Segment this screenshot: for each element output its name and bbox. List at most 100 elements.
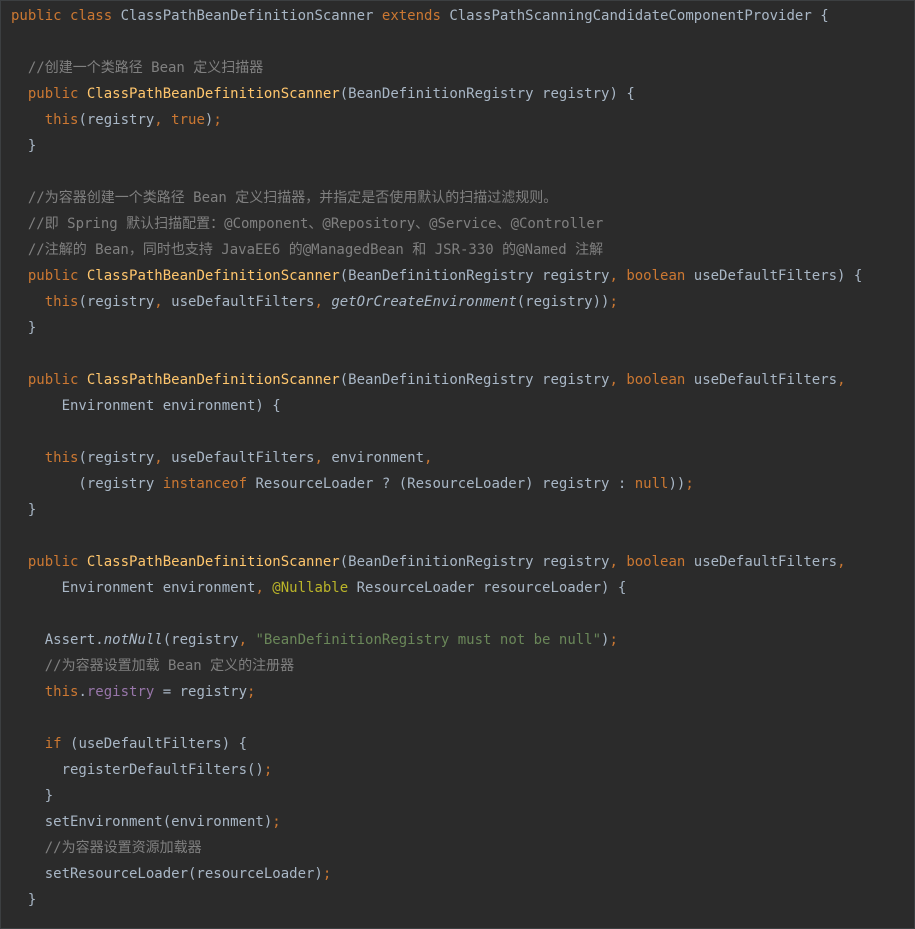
- code-token: if: [44, 736, 71, 752]
- code-line: }: [11, 887, 862, 913]
- code-token: ;: [322, 866, 332, 882]
- code-token: ): [204, 112, 214, 128]
- code-token: Assert.: [11, 632, 104, 648]
- code-token: ClassPathBeanDefinitionScanner: [86, 554, 340, 570]
- code-line: //为容器设置资源加载器: [11, 835, 862, 861]
- code-token: environment: [331, 450, 425, 466]
- code-line: //即 Spring 默认扫描配置：@Component、@Repository…: [11, 211, 862, 237]
- code-token: ): [601, 632, 610, 648]
- code-token: )): [668, 476, 686, 492]
- code-token: }: [11, 502, 37, 518]
- code-token: ,: [609, 372, 627, 388]
- code-token: //注解的 Bean，同时也支持 JavaEE6 的@ManagedBean 和…: [27, 242, 604, 258]
- code-token: useDefaultFilters: [693, 372, 838, 388]
- code-token: (BeanDefinitionRegistry registry: [339, 268, 610, 284]
- code-token: null: [634, 476, 669, 492]
- code-token: ,: [154, 112, 172, 128]
- code-editor[interactable]: public class ClassPathBeanDefinitionScan…: [0, 0, 915, 929]
- code-line: public ClassPathBeanDefinitionScanner (Be…: [11, 81, 862, 107]
- code-token: ,: [238, 632, 256, 648]
- code-token: = registry: [154, 684, 248, 700]
- code-token: true: [171, 112, 205, 128]
- code-token: //即 Spring 默认扫描配置：@Component、@Repository…: [27, 216, 604, 232]
- code-token: Environment environment: [11, 580, 256, 596]
- code-token: ,: [314, 450, 332, 466]
- code-token: public: [27, 554, 87, 570]
- code-token: ,: [837, 372, 846, 388]
- code-line: Environment environment) {: [11, 393, 862, 419]
- code-line: Environment environment, @Nullable Resou…: [11, 575, 862, 601]
- code-token: registerDefaultFilters(): [11, 762, 264, 778]
- code-token: //为容器创建一个类路径 Bean 定义扫描器，并指定是否使用默认的扫描过滤规则…: [27, 190, 558, 206]
- code-token: (registry: [78, 450, 155, 466]
- code-token: this: [44, 112, 79, 128]
- code-token: }: [11, 788, 54, 804]
- code-line: this (registry, useDefaultFilters, getOrC…: [11, 289, 862, 315]
- code-line: public class ClassPathBeanDefinitionScan…: [11, 3, 862, 29]
- code-line: public ClassPathBeanDefinitionScanner (Be…: [11, 549, 862, 575]
- code-token: this: [44, 684, 79, 700]
- code-line: //为容器创建一个类路径 Bean 定义扫描器，并指定是否使用默认的扫描过滤规则…: [11, 185, 862, 211]
- code-token: boolean: [626, 554, 694, 570]
- code-token: ,: [154, 294, 172, 310]
- code-line: this. registry = registry;: [11, 679, 862, 705]
- code-token: }: [11, 138, 37, 154]
- code-token: Environment environment) {: [11, 398, 281, 414]
- code-line: //创建一个类路径 Bean 定义扫描器: [11, 55, 862, 81]
- code-line: this (registry, true);: [11, 107, 862, 133]
- code-token: ClassPathBeanDefinitionScanner: [86, 86, 340, 102]
- code-token: ;: [685, 476, 694, 492]
- code-token: ,: [424, 450, 433, 466]
- code-token: .: [78, 684, 87, 700]
- code-token: ,: [255, 580, 273, 596]
- code-line: }: [11, 315, 862, 341]
- code-token: boolean: [626, 372, 694, 388]
- code-token: ,: [314, 294, 332, 310]
- code-token: //为容器设置资源加载器: [44, 840, 202, 856]
- code-token: ;: [609, 632, 618, 648]
- code-token: ,: [609, 554, 627, 570]
- code-token: useDefaultFilters: [171, 450, 315, 466]
- code-token: (registry: [78, 112, 155, 128]
- code-token: ResourceLoader resourceLoader) {: [356, 580, 627, 596]
- code-token: (BeanDefinitionRegistry registry: [339, 372, 610, 388]
- code-token: ,: [154, 450, 172, 466]
- code-line: //为容器设置加载 Bean 定义的注册器: [11, 653, 862, 679]
- code-line: }: [11, 133, 862, 159]
- code-area[interactable]: public class ClassPathBeanDefinitionScan…: [11, 3, 862, 913]
- code-token: class: [70, 8, 121, 24]
- code-token: public: [27, 86, 87, 102]
- code-token: ;: [272, 814, 281, 830]
- code-token: @Nullable: [272, 580, 357, 596]
- code-token: registry: [86, 684, 155, 700]
- code-token: this: [44, 450, 79, 466]
- code-token: useDefaultFilters: [693, 554, 838, 570]
- code-token: notNull: [103, 632, 163, 648]
- code-line: if (useDefaultFilters) {: [11, 731, 862, 757]
- code-line: registerDefaultFilters();: [11, 757, 862, 783]
- code-token: (registry)): [516, 294, 610, 310]
- code-line: Assert. notNull (registry, "BeanDefinition…: [11, 627, 862, 653]
- code-token: useDefaultFilters) {: [693, 268, 863, 284]
- code-token: setResourceLoader(resourceLoader): [11, 866, 323, 882]
- code-token: ,: [837, 554, 846, 570]
- code-token: ClassPathBeanDefinitionScanner: [120, 8, 382, 24]
- code-token: ;: [247, 684, 256, 700]
- code-token: (registry: [78, 294, 155, 310]
- code-token: ClassPathBeanDefinitionScanner: [86, 372, 340, 388]
- code-token: (BeanDefinitionRegistry registry) {: [339, 86, 635, 102]
